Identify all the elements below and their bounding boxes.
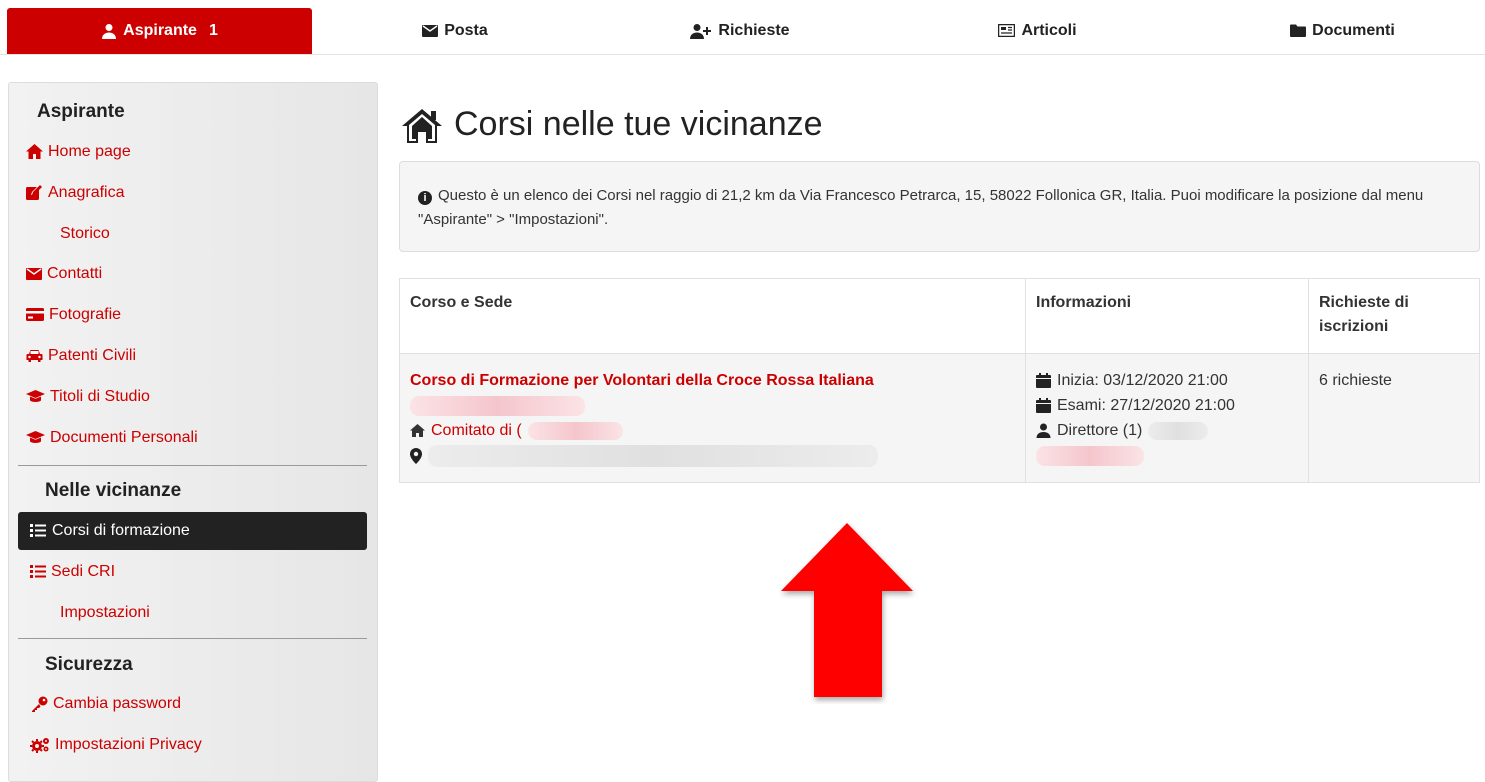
nav-tab-label: Articoli [1021, 22, 1077, 39]
course-address [410, 443, 1015, 468]
nav-tab-label: Documenti [1312, 22, 1395, 39]
sidebar-item-label: Storico [60, 225, 110, 242]
redacted-text [1148, 421, 1209, 440]
list-icon [30, 563, 46, 581]
sidebar-item-impostazioni[interactable]: Impostazioni [60, 604, 150, 622]
sidebar-section-sicurezza: Sicurezza [45, 654, 133, 675]
home-icon [402, 105, 442, 144]
notification-count: 1 [208, 22, 218, 39]
edit-icon [26, 184, 43, 202]
course-cell: Corso di Formazione per Volontari della … [399, 353, 1026, 483]
user-icon [1036, 418, 1051, 443]
gears-icon [30, 736, 50, 754]
sidebar-item-fotografie[interactable]: Fotografie [26, 306, 121, 324]
nav-tab-posta[interactable]: Posta [390, 8, 520, 54]
credit-card-icon [26, 306, 44, 324]
sidebar-item-label: Home page [48, 143, 131, 160]
director: Direttore (1) [1036, 418, 1298, 443]
info-cell: Inizia: 03/12/2020 21:00 Esami: 27/12/20… [1025, 353, 1309, 483]
sidebar-item-sedi-cri[interactable]: Sedi CRI [30, 563, 115, 581]
folder-icon [1290, 22, 1307, 40]
sidebar-item-storico[interactable]: Storico [60, 225, 110, 243]
table-row: Corso di Formazione per Volontari della … [399, 353, 1480, 483]
user-icon [101, 22, 117, 40]
info-alert: i Questo è un elenco dei Corsi nel raggio… [399, 161, 1480, 252]
info-icon: i [418, 191, 432, 205]
nav-tab-label: Posta [444, 22, 488, 39]
page-title-text: Corsi nelle tue vicinanze [454, 105, 823, 143]
nav-tab-documenti[interactable]: Documenti [1265, 8, 1420, 54]
sidebar-item-label: Cambia password [53, 695, 182, 712]
sidebar-item-label: Patenti Civili [48, 347, 137, 364]
nav-tab-label: Aspirante [123, 22, 197, 39]
nav-tab-richieste[interactable]: Richieste [670, 8, 810, 54]
envelope-icon [422, 22, 439, 40]
redacted-text [1036, 445, 1144, 466]
column-header-informazioni: Informazioni [1025, 278, 1309, 354]
exam-date: Esami: 27/12/2020 21:00 [1036, 393, 1298, 418]
requests-cell: 6 richieste [1308, 353, 1480, 483]
sidebar-item-home-page[interactable]: Home page [26, 143, 131, 161]
list-icon [30, 522, 46, 540]
start-date-text: Inizia: 03/12/2020 21:00 [1057, 372, 1228, 389]
sidebar-item-patenti-civili[interactable]: Patenti Civili [26, 347, 136, 365]
sidebar-item-label: Documenti Personali [50, 429, 198, 446]
table-header-row: Corso e Sede Informazioni Richieste di i… [399, 278, 1480, 354]
committee-name: Comitato di ( [431, 422, 522, 439]
sidebar-section-nelle-vicinanze: Nelle vicinanze [45, 480, 182, 501]
top-navigation: Aspirante 1 Posta Richieste Articoli Doc… [0, 0, 1485, 55]
page-title: Corsi nelle tue vicinanze [402, 105, 823, 144]
sidebar-item-cambia-password[interactable]: Cambia password [32, 695, 181, 713]
exam-date-text: Esami: 27/12/2020 21:00 [1057, 397, 1235, 414]
nav-tab-articoli[interactable]: Articoli [975, 8, 1100, 54]
column-header-richieste: Richieste di iscrizioni [1308, 278, 1480, 354]
sidebar-divider [18, 465, 367, 466]
sidebar-item-label: Impostazioni [60, 604, 150, 621]
sidebar-item-label: Fotografie [49, 306, 122, 323]
committee-link[interactable]: Comitato di ( [410, 418, 1015, 443]
sidebar-item-documenti-personali[interactable]: Documenti Personali [26, 429, 198, 447]
director-name[interactable] [1036, 443, 1298, 468]
sidebar-item-label: Sedi CRI [51, 563, 116, 580]
redacted-text [410, 395, 585, 416]
sidebar-item-label: Corsi di formazione [52, 522, 190, 539]
sidebar-item-titoli-di-studio[interactable]: Titoli di Studio [26, 388, 150, 406]
sidebar-item-contatti[interactable]: Contatti [26, 265, 102, 283]
car-icon [26, 347, 43, 365]
envelope-icon [26, 265, 42, 283]
course-subtitle [410, 393, 1015, 418]
start-date: Inizia: 03/12/2020 21:00 [1036, 368, 1298, 393]
info-text: Questo è un elenco dei Corsi nel raggio … [418, 187, 1424, 228]
annotation-arrow-icon [781, 523, 913, 697]
newspaper-icon [998, 22, 1016, 40]
director-text: Direttore (1) [1057, 422, 1143, 439]
home-icon [26, 143, 43, 161]
sidebar-section-aspirante: Aspirante [37, 101, 125, 122]
home-icon [410, 418, 425, 443]
sidebar-divider [18, 638, 367, 639]
sidebar-item-label: Titoli di Studio [50, 388, 150, 405]
redacted-text [527, 421, 623, 440]
nav-tab-label: Richieste [718, 22, 790, 39]
sidebar-item-impostazioni-privacy[interactable]: Impostazioni Privacy [30, 736, 202, 754]
sidebar-item-label: Contatti [47, 265, 103, 282]
courses-table: Corso e Sede Informazioni Richieste di i… [399, 278, 1480, 483]
sidebar-item-label: Impostazioni Privacy [55, 736, 202, 753]
user-plus-icon [690, 22, 712, 40]
course-title-link[interactable]: Corso di Formazione per Volontari della … [410, 368, 1015, 393]
sidebar-item-anagrafica[interactable]: Anagrafica [26, 184, 125, 202]
calendar-icon [1036, 393, 1051, 418]
column-header-corso: Corso e Sede [399, 278, 1026, 354]
sidebar-item-corsi-di-formazione[interactable]: Corsi di formazione [18, 512, 367, 550]
calendar-icon [1036, 368, 1051, 393]
graduation-cap-icon [26, 388, 45, 406]
key-icon [32, 695, 48, 713]
nav-tab-aspirante[interactable]: Aspirante 1 [7, 8, 312, 54]
sidebar-item-label: Anagrafica [48, 184, 125, 201]
map-marker-icon [410, 443, 422, 468]
graduation-cap-icon [26, 429, 45, 447]
redacted-text [428, 444, 878, 467]
